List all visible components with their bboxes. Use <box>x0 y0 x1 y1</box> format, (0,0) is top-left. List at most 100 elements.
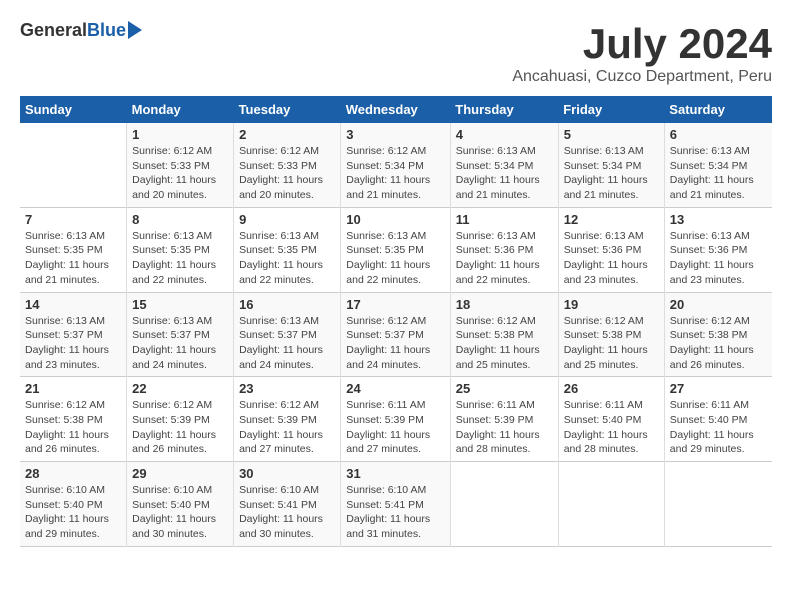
calendar-cell: 20 Sunrise: 6:12 AM Sunset: 5:38 PM Dayli… <box>664 292 772 377</box>
day-number: 29 <box>132 466 228 481</box>
day-info: Sunrise: 6:11 AM Sunset: 5:39 PM Dayligh… <box>456 398 553 457</box>
day-info: Sunrise: 6:12 AM Sunset: 5:38 PM Dayligh… <box>670 314 767 373</box>
logo-blue-text: Blue <box>87 20 126 41</box>
calendar-cell <box>450 462 558 547</box>
calendar-cell: 11Sunrise: 6:13 AM Sunset: 5:36 PM Dayli… <box>450 207 558 292</box>
day-info: Sunrise: 6:13 AM Sunset: 5:35 PM Dayligh… <box>132 229 228 288</box>
calendar-cell: 17Sunrise: 6:12 AM Sunset: 5:37 PM Dayli… <box>341 292 450 377</box>
calendar-cell: 22 Sunrise: 6:12 AM Sunset: 5:39 PM Dayli… <box>127 377 234 462</box>
day-info: Sunrise: 6:12 AM Sunset: 5:34 PM Dayligh… <box>346 144 444 203</box>
day-info: Sunrise: 6:13 AM Sunset: 5:35 PM Dayligh… <box>239 229 335 288</box>
calendar-week-4: 21 Sunrise: 6:12 AM Sunset: 5:38 PM Dayli… <box>20 377 772 462</box>
calendar-cell: 19Sunrise: 6:12 AM Sunset: 5:38 PM Dayli… <box>558 292 664 377</box>
calendar-cell: 14Sunrise: 6:13 AM Sunset: 5:37 PM Dayli… <box>20 292 127 377</box>
logo-arrow-icon <box>128 21 142 39</box>
weekday-friday: Friday <box>558 96 664 123</box>
weekday-sunday: Sunday <box>20 96 127 123</box>
calendar-cell: 29 Sunrise: 6:10 AM Sunset: 5:40 PM Dayli… <box>127 462 234 547</box>
day-number: 18 <box>456 297 553 312</box>
day-number: 27 <box>670 381 767 396</box>
day-info: Sunrise: 6:11 AM Sunset: 5:40 PM Dayligh… <box>670 398 767 457</box>
day-number: 12 <box>564 212 659 227</box>
day-info: Sunrise: 6:10 AM Sunset: 5:41 PM Dayligh… <box>346 483 444 542</box>
day-info: Sunrise: 6:11 AM Sunset: 5:40 PM Dayligh… <box>564 398 659 457</box>
calendar-week-5: 28 Sunrise: 6:10 AM Sunset: 5:40 PM Dayli… <box>20 462 772 547</box>
day-info: Sunrise: 6:12 AM Sunset: 5:39 PM Dayligh… <box>132 398 228 457</box>
day-info: Sunrise: 6:13 AM Sunset: 5:37 PM Dayligh… <box>132 314 228 373</box>
month-title: July 2024 <box>512 20 772 68</box>
calendar-cell: 12 Sunrise: 6:13 AM Sunset: 5:36 PM Dayli… <box>558 207 664 292</box>
calendar-week-3: 14 Sunrise: 6:13 AM Sunset: 5:37 PM Dayli… <box>20 292 772 377</box>
calendar-cell <box>20 123 127 207</box>
calendar-cell: 6 Sunrise: 6:13 AM Sunset: 5:34 PM Daylig… <box>664 123 772 207</box>
calendar-cell <box>664 462 772 547</box>
day-number: 24 <box>346 381 444 396</box>
day-info: Sunrise: 6:13 AM Sunset: 5:37 PM Dayligh… <box>239 314 335 373</box>
day-info: Sunrise: 6:12 AM Sunset: 5:38 PM Dayligh… <box>564 314 659 373</box>
calendar-cell: 30Sunrise: 6:10 AM Sunset: 5:41 PM Dayli… <box>234 462 341 547</box>
weekday-thursday: Thursday <box>450 96 558 123</box>
day-number: 15 <box>132 297 228 312</box>
day-number: 25 <box>456 381 553 396</box>
day-number: 21 <box>25 381 121 396</box>
day-info: Sunrise: 6:13 AM Sunset: 5:35 PM Dayligh… <box>25 229 121 288</box>
calendar-cell <box>558 462 664 547</box>
logo: General Blue <box>20 20 142 41</box>
day-number: 7 <box>25 212 121 227</box>
day-number: 20 <box>670 297 767 312</box>
day-number: 3 <box>346 127 444 142</box>
calendar-cell: 18 Sunrise: 6:12 AM Sunset: 5:38 PM Dayli… <box>450 292 558 377</box>
day-number: 1 <box>132 127 228 142</box>
day-number: 6 <box>670 127 767 142</box>
calendar-cell: 3 Sunrise: 6:12 AM Sunset: 5:34 PM Daylig… <box>341 123 450 207</box>
weekday-wednesday: Wednesday <box>341 96 450 123</box>
day-number: 8 <box>132 212 228 227</box>
title-block: July 2024 Ancahuasi, Cuzco Department, P… <box>512 20 772 86</box>
day-info: Sunrise: 6:12 AM Sunset: 5:37 PM Dayligh… <box>346 314 444 373</box>
weekday-monday: Monday <box>127 96 234 123</box>
day-number: 10 <box>346 212 444 227</box>
calendar-cell: 31Sunrise: 6:10 AM Sunset: 5:41 PM Dayli… <box>341 462 450 547</box>
logo-general-text: General <box>20 20 87 41</box>
calendar-table: SundayMondayTuesdayWednesdayThursdayFrid… <box>20 96 772 547</box>
calendar-cell: 16 Sunrise: 6:13 AM Sunset: 5:37 PM Dayli… <box>234 292 341 377</box>
day-info: Sunrise: 6:13 AM Sunset: 5:36 PM Dayligh… <box>564 229 659 288</box>
day-info: Sunrise: 6:12 AM Sunset: 5:33 PM Dayligh… <box>132 144 228 203</box>
day-info: Sunrise: 6:12 AM Sunset: 5:38 PM Dayligh… <box>456 314 553 373</box>
calendar-cell: 27 Sunrise: 6:11 AM Sunset: 5:40 PM Dayli… <box>664 377 772 462</box>
calendar-week-1: 1 Sunrise: 6:12 AM Sunset: 5:33 PM Daylig… <box>20 123 772 207</box>
day-number: 26 <box>564 381 659 396</box>
calendar-cell: 7 Sunrise: 6:13 AM Sunset: 5:35 PM Daylig… <box>20 207 127 292</box>
day-info: Sunrise: 6:13 AM Sunset: 5:34 PM Dayligh… <box>456 144 553 203</box>
calendar-cell: 5Sunrise: 6:13 AM Sunset: 5:34 PM Daylig… <box>558 123 664 207</box>
calendar-cell: 23Sunrise: 6:12 AM Sunset: 5:39 PM Dayli… <box>234 377 341 462</box>
day-number: 9 <box>239 212 335 227</box>
calendar-cell: 4 Sunrise: 6:13 AM Sunset: 5:34 PM Daylig… <box>450 123 558 207</box>
day-info: Sunrise: 6:13 AM Sunset: 5:36 PM Dayligh… <box>670 229 767 288</box>
day-info: Sunrise: 6:12 AM Sunset: 5:33 PM Dayligh… <box>239 144 335 203</box>
calendar-body: 1 Sunrise: 6:12 AM Sunset: 5:33 PM Daylig… <box>20 123 772 546</box>
day-number: 4 <box>456 127 553 142</box>
day-info: Sunrise: 6:13 AM Sunset: 5:35 PM Dayligh… <box>346 229 444 288</box>
calendar-cell: 26 Sunrise: 6:11 AM Sunset: 5:40 PM Dayli… <box>558 377 664 462</box>
weekday-tuesday: Tuesday <box>234 96 341 123</box>
weekday-saturday: Saturday <box>664 96 772 123</box>
day-info: Sunrise: 6:12 AM Sunset: 5:38 PM Dayligh… <box>25 398 121 457</box>
day-number: 13 <box>670 212 767 227</box>
day-info: Sunrise: 6:13 AM Sunset: 5:34 PM Dayligh… <box>670 144 767 203</box>
day-number: 28 <box>25 466 121 481</box>
calendar-cell: 15 Sunrise: 6:13 AM Sunset: 5:37 PM Dayli… <box>127 292 234 377</box>
day-number: 14 <box>25 297 121 312</box>
calendar-cell: 25 Sunrise: 6:11 AM Sunset: 5:39 PM Dayli… <box>450 377 558 462</box>
day-info: Sunrise: 6:10 AM Sunset: 5:40 PM Dayligh… <box>132 483 228 542</box>
day-number: 16 <box>239 297 335 312</box>
day-info: Sunrise: 6:11 AM Sunset: 5:39 PM Dayligh… <box>346 398 444 457</box>
day-number: 5 <box>564 127 659 142</box>
calendar-cell: 21 Sunrise: 6:12 AM Sunset: 5:38 PM Dayli… <box>20 377 127 462</box>
calendar-cell: 8 Sunrise: 6:13 AM Sunset: 5:35 PM Daylig… <box>127 207 234 292</box>
calendar-cell: 13 Sunrise: 6:13 AM Sunset: 5:36 PM Dayli… <box>664 207 772 292</box>
day-info: Sunrise: 6:10 AM Sunset: 5:40 PM Dayligh… <box>25 483 121 542</box>
day-number: 23 <box>239 381 335 396</box>
day-info: Sunrise: 6:10 AM Sunset: 5:41 PM Dayligh… <box>239 483 335 542</box>
day-number: 22 <box>132 381 228 396</box>
